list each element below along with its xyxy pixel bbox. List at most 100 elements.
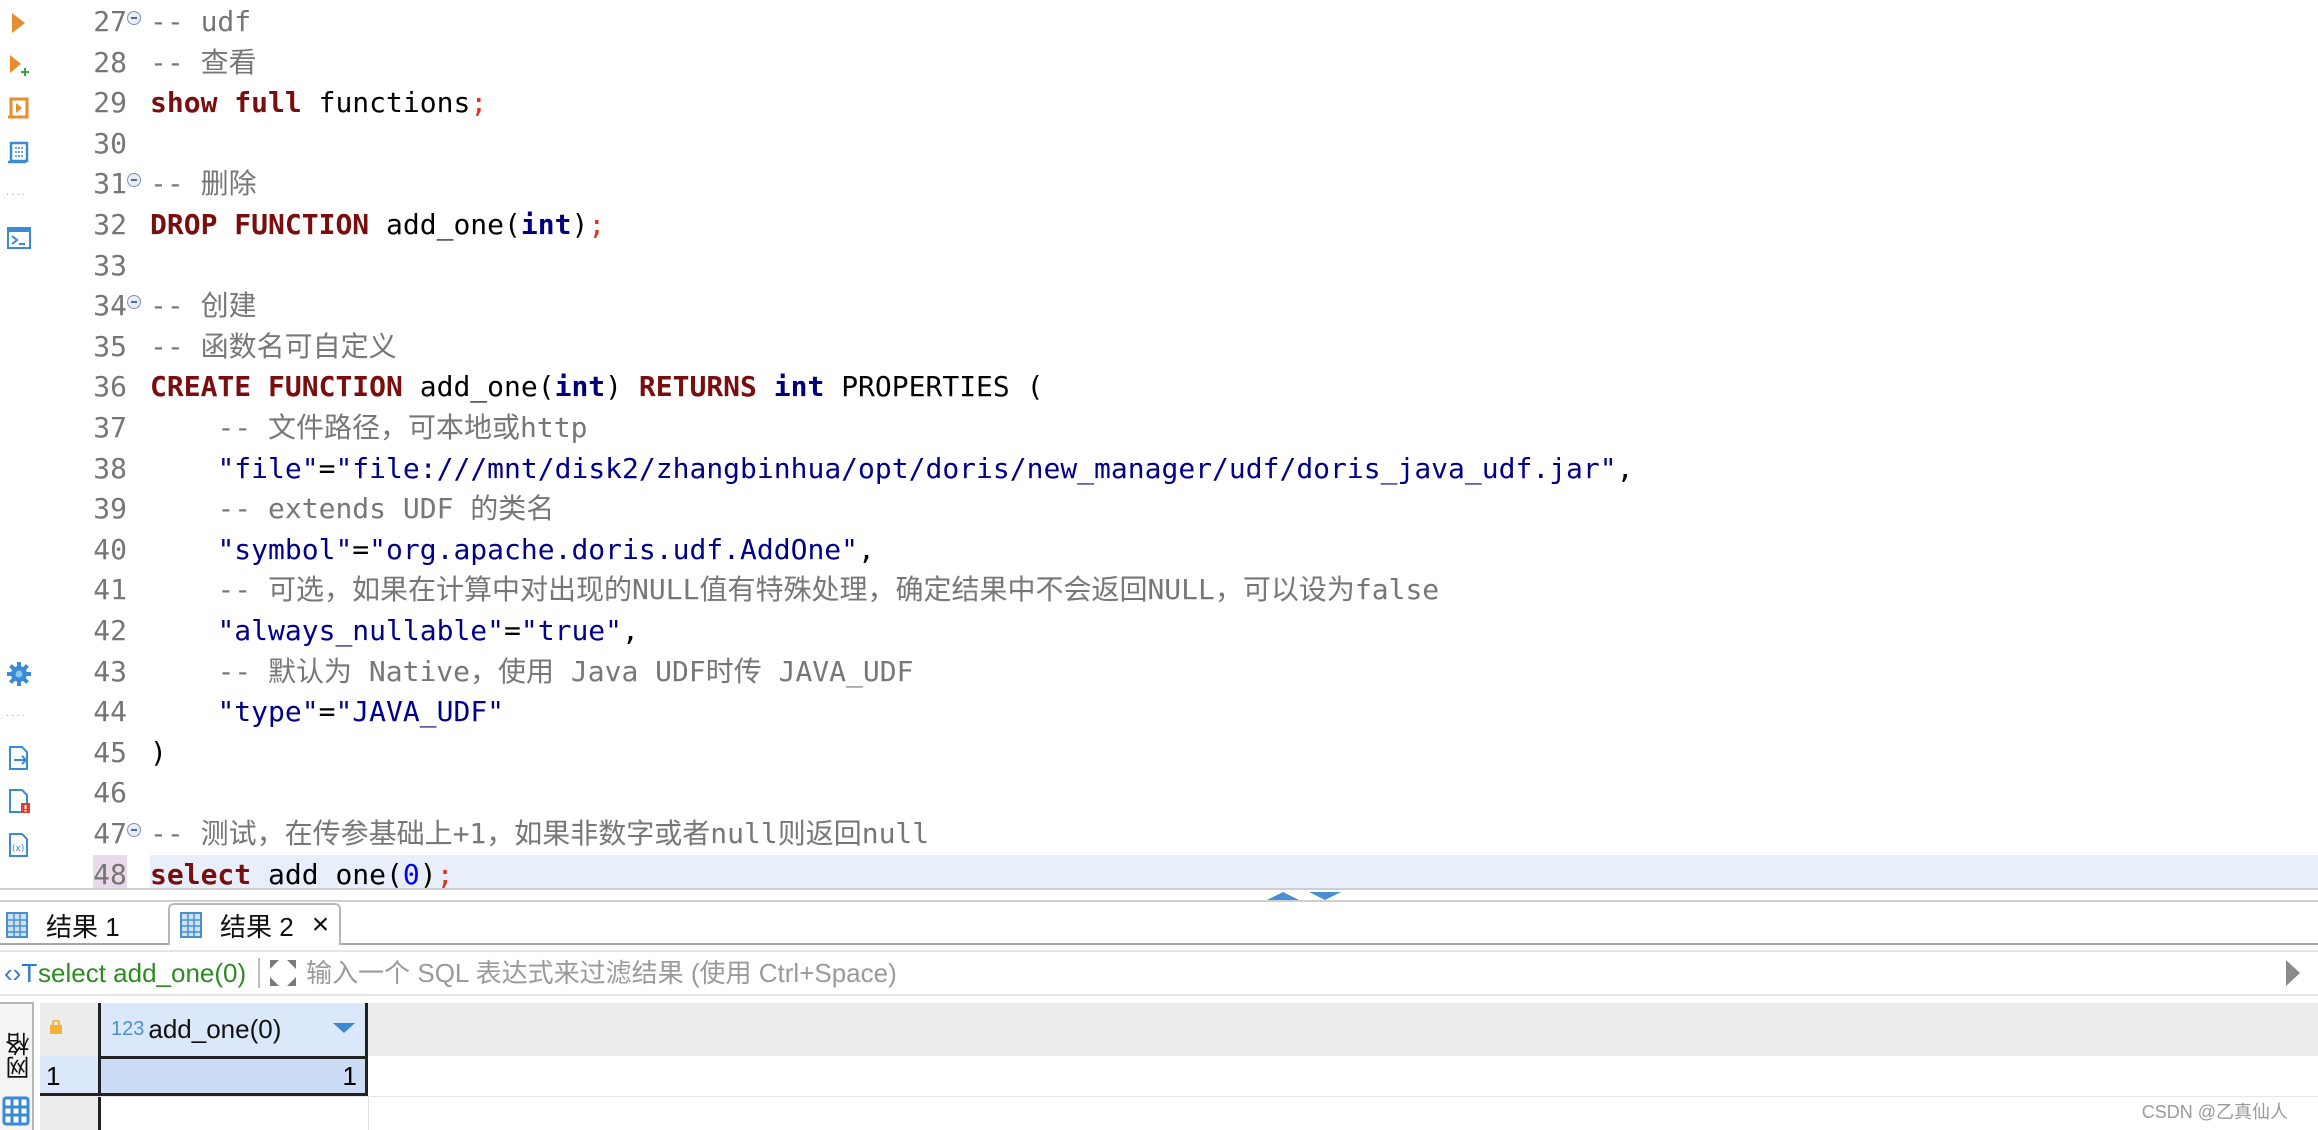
expand-icon[interactable] xyxy=(268,958,298,988)
line-number: 42 xyxy=(93,614,127,647)
line-number: 46 xyxy=(93,776,127,810)
variables-icon[interactable]: (x) xyxy=(6,832,32,858)
column-divider xyxy=(368,1097,369,1130)
code-line[interactable]: 46 xyxy=(40,773,2318,813)
results-tab-bar: 结果 1 结果 2 × xyxy=(0,903,2318,945)
code-line[interactable]: 31 -- 删除 xyxy=(40,164,2318,204)
code-line[interactable]: 45) xyxy=(40,733,2318,773)
editor-side-toolbar: ···· ···· (x) xyxy=(0,0,40,900)
fold-collapse-icon[interactable] xyxy=(127,295,141,310)
code-token: -- 创建 xyxy=(150,289,257,323)
code-token: "file:///mnt/disk2/zhangbinhua/opt/doris… xyxy=(335,451,1617,485)
table-cell[interactable]: 1 xyxy=(98,1056,368,1096)
numeric-type-icon: 123 xyxy=(111,1018,145,1040)
apply-filter-icon[interactable] xyxy=(2286,960,2300,986)
code-token: "type" xyxy=(217,695,319,729)
execute-statement-icon[interactable] xyxy=(6,10,32,36)
fold-collapse-icon[interactable] xyxy=(127,173,141,188)
code-line[interactable]: 32 DROP FUNCTION add_one(int); xyxy=(40,205,2318,245)
executed-query-label[interactable]: select add_one(0) xyxy=(38,958,246,989)
panel-splitter[interactable] xyxy=(0,888,2318,902)
code-token: select xyxy=(150,857,252,891)
code-token: -- 查看 xyxy=(150,45,257,79)
code-text: -- extends UDF 的类名 xyxy=(150,489,554,529)
export-icon[interactable] xyxy=(6,745,32,771)
line-number: 40 xyxy=(93,532,127,566)
tab-label: 结果 1 xyxy=(46,911,120,942)
code-token: -- extends UDF 的类名 xyxy=(217,492,555,526)
column-menu-chevron-icon[interactable] xyxy=(333,1023,355,1033)
watermark: CSDN @乙真仙人 xyxy=(2141,1102,2288,1122)
code-token: RETURNS xyxy=(638,370,757,404)
maximize-results-arrow-icon[interactable] xyxy=(1309,892,1341,900)
code-line[interactable]: 41 -- 可选，如果在计算中对出现的NULL值有特殊处理，确定结果中不会返回N… xyxy=(40,570,2318,610)
code-token: ) xyxy=(605,370,639,404)
line-number: 29 xyxy=(93,86,127,120)
code-token: ) xyxy=(571,208,589,241)
code-token: -- 测试，在传参基础上+1，如果非数字或者null则返回null xyxy=(150,817,930,850)
tab-result-1[interactable]: 结果 1 xyxy=(6,905,166,945)
execute-script-icon[interactable] xyxy=(6,96,32,122)
line-number: 43 xyxy=(93,654,127,688)
maximize-editor-arrow-icon[interactable] xyxy=(1267,892,1299,900)
svg-text:(x): (x) xyxy=(12,844,24,854)
table-row[interactable]: 1 1 xyxy=(40,1056,2318,1097)
code-line[interactable]: 30 xyxy=(40,124,2318,164)
close-icon[interactable]: × xyxy=(312,908,330,942)
code-text: -- 函数名可自定义 xyxy=(150,327,397,367)
code-token: show xyxy=(150,86,218,120)
code-line[interactable]: 33 xyxy=(40,246,2318,286)
tab-result-2[interactable]: 结果 2 × xyxy=(168,903,341,945)
code-token: ) xyxy=(419,857,437,891)
fold-collapse-icon[interactable] xyxy=(127,11,141,25)
code-line[interactable]: 43 -- 默认为 Native，使用 Java UDF时传 JAVA_UDF xyxy=(40,652,2318,692)
sql-editor[interactable]: 27 -- udf 28 -- 查看 29 show full functions; 30 3… xyxy=(40,0,2318,895)
code-token: int xyxy=(554,370,606,404)
settings-gear-icon[interactable] xyxy=(6,661,32,687)
line-number: 36 xyxy=(93,370,127,404)
filter-expression-input[interactable] xyxy=(306,953,2286,993)
grid-header-background xyxy=(40,1003,2318,1056)
code-line[interactable]: 39 -- extends UDF 的类名 xyxy=(40,489,2318,529)
line-number: 37 xyxy=(93,411,127,444)
code-token: -- udf xyxy=(150,5,252,38)
code-token: , xyxy=(1616,451,1634,485)
code-line[interactable]: 40 "symbol"="org.apache.doris.udf.AddOne… xyxy=(40,530,2318,570)
code-line[interactable]: 35 -- 函数名可自定义 xyxy=(40,327,2318,367)
code-line[interactable]: 38 "file"="file:///mnt/disk2/zhangbinhua… xyxy=(40,449,2318,489)
code-line[interactable]: 36 CREATE FUNCTION add_one(int) RETURNS i… xyxy=(40,367,2318,407)
code-line[interactable]: 29 show full functions; xyxy=(40,83,2318,123)
column-name: add_one(0) xyxy=(148,1014,282,1044)
code-line[interactable]: 34 -- 创建 xyxy=(40,286,2318,326)
code-token: "symbol" xyxy=(217,532,353,566)
console-icon[interactable] xyxy=(6,225,32,251)
code-line[interactable]: 44 "type"="JAVA_UDF" xyxy=(40,692,2318,732)
row-number[interactable]: 1 xyxy=(40,1056,98,1096)
tab-label: 结果 2 xyxy=(220,911,294,942)
code-line[interactable]: 28 -- 查看 xyxy=(40,43,2318,83)
code-line[interactable]: 42 "always_nullable"="true", xyxy=(40,611,2318,651)
problems-icon[interactable] xyxy=(6,788,32,814)
execute-in-new-tab-icon[interactable] xyxy=(6,53,32,79)
grid-corner-cell[interactable] xyxy=(40,1003,98,1056)
code-text: -- 可选，如果在计算中对出现的NULL值有特殊处理，确定结果中不会返回NULL… xyxy=(150,570,1439,610)
code-token: "true" xyxy=(520,614,623,647)
code-text: -- 查看 xyxy=(150,43,257,83)
code-line[interactable]: 27 -- udf xyxy=(40,2,2318,42)
grid-view-tab[interactable]: 网格 xyxy=(0,1002,34,1130)
code-line[interactable]: 47 -- 测试，在传参基础上+1，如果非数字或者null则返回null xyxy=(40,814,2318,854)
column-header[interactable]: 123 add_one(0) xyxy=(98,1003,368,1056)
code-token: "org.apache.doris.udf.AddOne" xyxy=(369,532,859,566)
grid-view-label: 网格 xyxy=(7,1032,34,1080)
execute-script-new-tab-icon[interactable] xyxy=(6,140,32,166)
line-number: 35 xyxy=(93,329,127,363)
code-token: 0 xyxy=(402,857,420,891)
code-token: int xyxy=(520,208,572,241)
fold-collapse-icon[interactable] xyxy=(127,823,141,837)
code-line[interactable]: 37 -- 文件路径，可本地或http xyxy=(40,408,2318,448)
code-text: -- 测试，在传参基础上+1，如果非数字或者null则返回null xyxy=(150,814,929,854)
table-grid-icon xyxy=(6,912,28,938)
